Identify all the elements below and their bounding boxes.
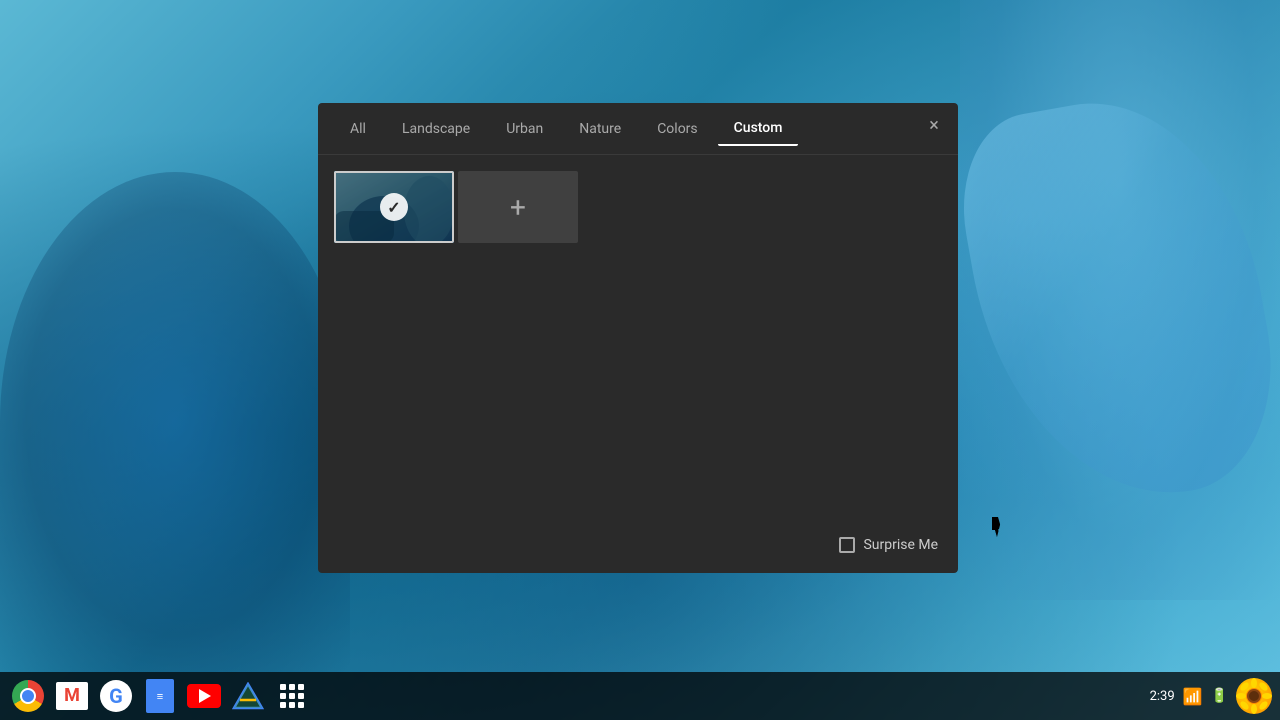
tab-colors[interactable]: Colors — [641, 113, 713, 145]
check-overlay: ✓ — [334, 171, 454, 243]
check-mark: ✓ — [380, 193, 408, 221]
surprise-me-checkbox[interactable] — [839, 537, 855, 553]
surprise-me-option[interactable]: Surprise Me — [839, 537, 938, 553]
surprise-me-label: Surprise Me — [863, 537, 938, 553]
user-avatar[interactable] — [1236, 678, 1272, 714]
tabs-bar: All Landscape Urban Nature Colors Custom — [318, 103, 958, 155]
image-grid: ✓ + — [334, 171, 942, 243]
taskbar-apps-launcher[interactable] — [272, 676, 312, 716]
taskbar-apps: M G ≡ — [8, 676, 1150, 716]
add-image-button[interactable]: + — [458, 171, 578, 243]
taskbar-youtube[interactable] — [184, 676, 224, 716]
taskbar-chrome[interactable] — [8, 676, 48, 716]
taskbar-google[interactable]: G — [96, 676, 136, 716]
battery-icon: 🔋 — [1211, 688, 1228, 704]
wifi-icon: 📶 — [1183, 687, 1203, 706]
taskbar-drive[interactable] — [228, 676, 268, 716]
wallpaper-thumb-1[interactable]: ✓ — [334, 171, 454, 243]
taskbar: M G ≡ — [0, 672, 1280, 720]
bg-person-left — [0, 172, 350, 672]
tab-all[interactable]: All — [334, 113, 382, 145]
google-icon: G — [100, 680, 132, 712]
taskbar-right: 2:39 📶 🔋 — [1150, 678, 1272, 714]
docs-icon: ≡ — [146, 679, 174, 713]
tab-nature[interactable]: Nature — [563, 113, 637, 145]
dialog-content: ✓ + — [318, 155, 958, 573]
youtube-play-icon — [199, 689, 211, 703]
apps-grid-icon — [276, 680, 308, 712]
dialog-footer: Surprise Me — [318, 517, 958, 573]
taskbar-docs[interactable]: ≡ — [140, 676, 180, 716]
tab-urban[interactable]: Urban — [490, 113, 559, 145]
close-button[interactable]: × — [922, 113, 946, 137]
gmail-icon: M — [56, 682, 88, 710]
clock: 2:39 — [1150, 689, 1175, 704]
drive-icon — [232, 680, 264, 712]
tab-custom[interactable]: Custom — [718, 112, 799, 146]
youtube-icon — [187, 684, 221, 708]
taskbar-gmail[interactable]: M — [52, 676, 92, 716]
wallpaper-dialog: × All Landscape Urban Nature Colors Cust… — [318, 103, 958, 573]
tab-landscape[interactable]: Landscape — [386, 113, 486, 145]
chrome-icon — [12, 680, 44, 712]
